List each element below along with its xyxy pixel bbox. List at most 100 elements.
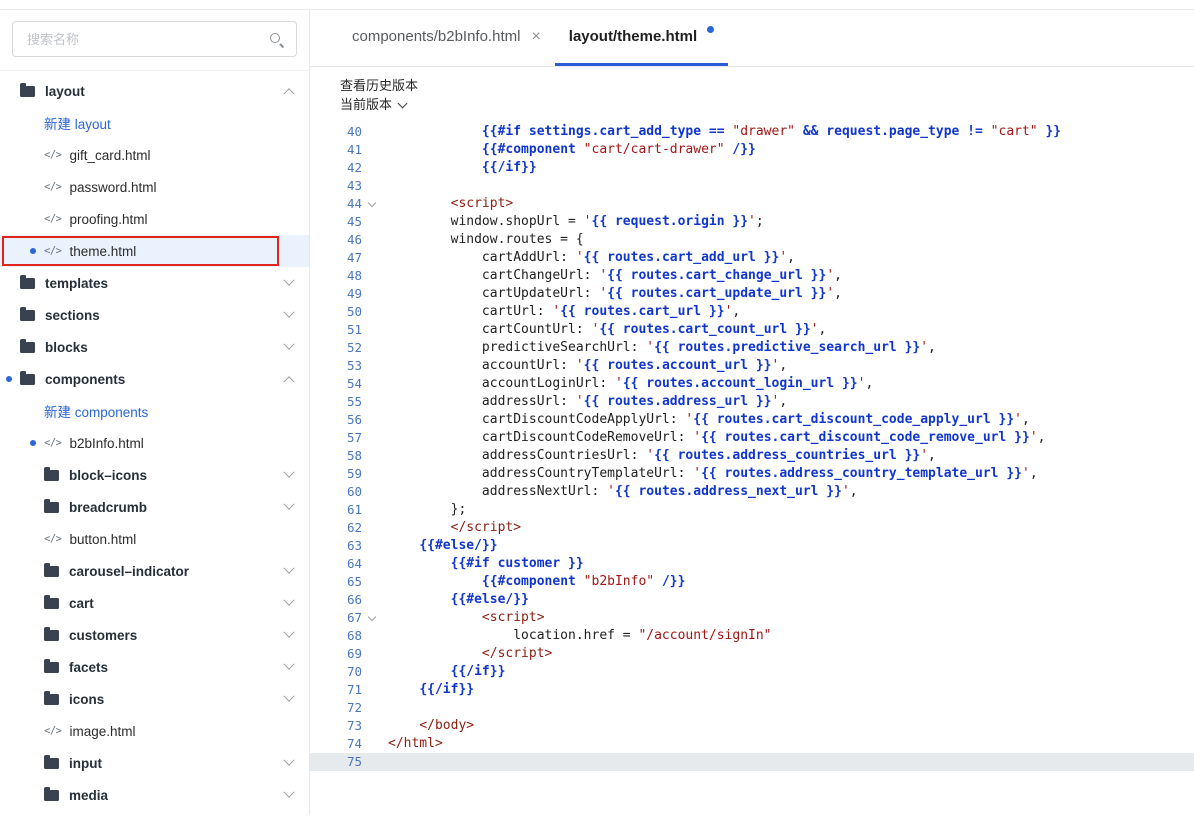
tree-item-label: 新建 components [44,401,148,421]
code-line[interactable]: 41 {{#component "cart/cart-drawer" /}} [310,141,1194,159]
sidebar: layout新建 layout</>gift_card.html</>passw… [0,10,310,815]
tree-folder-icons[interactable]: icons [0,683,309,715]
chevron-down-icon[interactable] [283,467,294,478]
tree-item-label: image.html [69,724,135,739]
line-number: 64 [310,555,362,573]
code-line[interactable]: 54 accountLoginUrl: '{{ routes.account_l… [310,375,1194,393]
chevron-down-icon[interactable] [283,275,294,286]
code-line[interactable]: 53 accountUrl: '{{ routes.account_url }}… [310,357,1194,375]
code-line[interactable]: 44 <script> [310,195,1194,213]
code-line[interactable]: 68 location.href = "/account/signIn" [310,627,1194,645]
chevron-down-icon[interactable] [283,563,294,574]
code-line[interactable]: 55 addressUrl: '{{ routes.address_url }}… [310,393,1194,411]
code-line[interactable]: 50 cartUrl: '{{ routes.cart_url }}', [310,303,1194,321]
tree-folder-block-icons[interactable]: block–icons [0,459,309,491]
code-line[interactable]: 66 {{#else/}} [310,591,1194,609]
tree-file-b2bInfo.html[interactable]: </>b2bInfo.html [0,427,309,459]
tree-item-label: cart [69,596,94,611]
chevron-down-icon[interactable] [283,659,294,670]
search-icon[interactable] [269,32,284,47]
code-line[interactable]: 45 window.shopUrl = '{{ request.origin }… [310,213,1194,231]
code-line[interactable]: 61 }; [310,501,1194,519]
code-line[interactable]: 52 predictiveSearchUrl: '{{ routes.predi… [310,339,1194,357]
code-line[interactable]: 58 addressCountriesUrl: '{{ routes.addre… [310,447,1194,465]
tree-folder-sections[interactable]: sections [0,299,309,331]
modified-dot [30,440,36,446]
chevron-up-icon[interactable] [283,376,294,387]
code-line[interactable]: 73 </body> [310,717,1194,735]
code-line[interactable]: 56 cartDiscountCodeApplyUrl: '{{ routes.… [310,411,1194,429]
tree-folder-templates[interactable]: templates [0,267,309,299]
code-line[interactable]: 49 cartUpdateUrl: '{{ routes.cart_update… [310,285,1194,303]
code-line[interactable]: 51 cartCountUrl: '{{ routes.cart_count_u… [310,321,1194,339]
folder-icon [44,694,59,705]
close-icon[interactable]: × [531,29,540,45]
code-line[interactable]: 63 {{#else/}} [310,537,1194,555]
search-box[interactable] [12,21,297,57]
code-editor[interactable]: 40 {{#if settings.cart_add_type == "draw… [310,119,1194,815]
code-line[interactable]: 62 </script> [310,519,1194,537]
code-line[interactable]: 47 cartAddUrl: '{{ routes.cart_add_url }… [310,249,1194,267]
tab-layout-theme.html[interactable]: layout/theme.html [555,10,728,66]
tree-file-theme.html[interactable]: </>theme.html [0,235,309,267]
chevron-down-icon[interactable] [283,755,294,766]
tree-file-proofing.html[interactable]: </>proofing.html [0,203,309,235]
tree-file-gift_card.html[interactable]: </>gift_card.html [0,139,309,171]
chevron-down-icon[interactable] [283,627,294,638]
folder-icon [20,342,35,353]
code-line[interactable]: 72 [310,699,1194,717]
chevron-down-icon[interactable] [283,691,294,702]
tree-folder-customers[interactable]: customers [0,619,309,651]
tree-folder-blocks[interactable]: blocks [0,331,309,363]
code-line[interactable]: 71 {{/if}} [310,681,1194,699]
tree-folder-facets[interactable]: facets [0,651,309,683]
code-line[interactable]: 65 {{#component "b2bInfo" /}} [310,573,1194,591]
chevron-up-icon[interactable] [283,88,294,99]
code-line[interactable]: 48 cartChangeUrl: '{{ routes.cart_change… [310,267,1194,285]
tree-file-button.html[interactable]: </>button.html [0,523,309,555]
code-line[interactable]: 46 window.routes = { [310,231,1194,249]
code-line[interactable]: 57 cartDiscountCodeRemoveUrl: '{{ routes… [310,429,1194,447]
chevron-down-icon[interactable] [283,595,294,606]
code-text: {{/if}} [382,159,1194,177]
fold-toggle[interactable] [362,617,382,620]
tree-folder-media[interactable]: media [0,779,309,811]
code-line[interactable]: 67 <script> [310,609,1194,627]
tree-folder-layout[interactable]: layout [0,75,309,107]
code-text: </body> [382,717,1194,735]
tree-item-label: icons [69,692,104,707]
line-number: 70 [310,663,362,681]
tree-folder-breadcrumb[interactable]: breadcrumb [0,491,309,523]
search-input[interactable] [25,31,269,48]
code-line[interactable]: 43 [310,177,1194,195]
code-line[interactable]: 59 addressCountryTemplateUrl: '{{ routes… [310,465,1194,483]
code-line[interactable]: 64 {{#if customer }} [310,555,1194,573]
tab-components-b2bInfo.html[interactable]: components/b2bInfo.html× [338,10,555,66]
view-history-link[interactable]: 查看历史版本 [340,76,418,95]
tree-folder-input[interactable]: input [0,747,309,779]
current-version-dropdown[interactable]: 当前版本 [340,95,406,114]
code-text: cartAddUrl: '{{ routes.cart_add_url }}', [382,249,1194,267]
tree-action--layout[interactable]: 新建 layout [0,107,309,139]
code-line[interactable]: 74</html> [310,735,1194,753]
code-line[interactable]: 60 addressNextUrl: '{{ routes.address_ne… [310,483,1194,501]
chevron-down-icon[interactable] [283,339,294,350]
tree-file-image.html[interactable]: </>image.html [0,715,309,747]
code-line[interactable]: 40 {{#if settings.cart_add_type == "draw… [310,123,1194,141]
code-text: predictiveSearchUrl: '{{ routes.predicti… [382,339,1194,357]
tree-folder-components[interactable]: components [0,363,309,395]
tree-action--components[interactable]: 新建 components [0,395,309,427]
fold-toggle[interactable] [362,203,382,206]
code-line[interactable]: 70 {{/if}} [310,663,1194,681]
code-line[interactable]: 75 [310,753,1194,771]
tree-file-password.html[interactable]: </>password.html [0,171,309,203]
code-line[interactable]: 69 </script> [310,645,1194,663]
tree-folder-cart[interactable]: cart [0,587,309,619]
chevron-down-icon[interactable] [283,787,294,798]
code-line[interactable]: 42 {{/if}} [310,159,1194,177]
chevron-down-icon[interactable] [283,307,294,318]
tree-folder-carousel-indicator[interactable]: carousel–indicator [0,555,309,587]
tree-item-label: password.html [69,180,156,195]
chevron-down-icon[interactable] [283,499,294,510]
fold-chevron-icon [368,612,376,620]
